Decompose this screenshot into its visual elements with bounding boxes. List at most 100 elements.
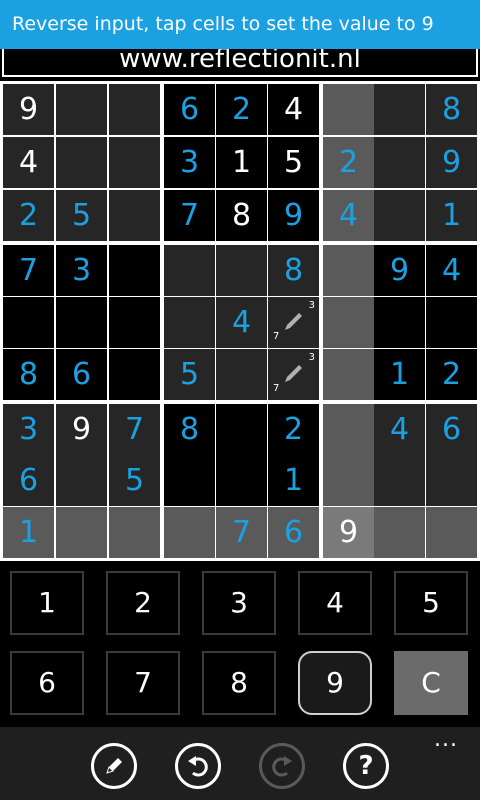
cell-r1-c3[interactable] [109,84,160,135]
cell-r9-c4[interactable] [164,507,215,558]
cell-r2-c6[interactable]: 5 [268,137,319,188]
cell-r9-c5[interactable]: 7 [216,507,267,558]
cell-r9-c7[interactable]: 9 [323,507,374,558]
help-button[interactable]: ? [343,743,389,789]
cell-r2-c7[interactable]: 2 [323,137,374,188]
cell-r8-c7[interactable] [323,455,374,506]
cell-r5-c8[interactable] [374,297,425,348]
cell-r8-c8[interactable] [374,455,425,506]
number-button-1[interactable]: 1 [10,571,84,635]
cell-r4-c4[interactable] [164,245,215,296]
cell-r5-c9[interactable] [426,297,477,348]
cell-r3-c9[interactable]: 1 [426,190,477,241]
cell-r9-c2[interactable] [56,507,107,558]
number-button-9[interactable]: 9 [298,651,372,715]
cell-value: 1 [441,198,462,233]
cell-value: 8 [231,198,252,233]
cell-r2-c1[interactable]: 4 [3,137,54,188]
cell-r7-c1[interactable]: 3 [3,404,54,455]
cell-r3-c6[interactable]: 9 [268,190,319,241]
cell-r7-c7[interactable] [323,404,374,455]
cell-r6-c3[interactable] [109,349,160,400]
number-button-3[interactable]: 3 [202,571,276,635]
cell-r6-c7[interactable] [323,349,374,400]
cell-r4-c1[interactable]: 7 [3,245,54,296]
clear-button[interactable]: C [394,651,468,715]
cell-r9-c1[interactable]: 1 [3,507,54,558]
cell-r2-c8[interactable] [374,137,425,188]
cell-r4-c9[interactable]: 4 [426,245,477,296]
cell-r6-c1[interactable]: 8 [3,349,54,400]
cell-r3-c4[interactable]: 7 [164,190,215,241]
cell-r7-c2[interactable]: 9 [56,404,107,455]
note-bottom: 7 [273,383,280,394]
cell-r1-c4[interactable]: 6 [164,84,215,135]
cell-r1-c9[interactable]: 8 [426,84,477,135]
cell-r1-c2[interactable] [56,84,107,135]
cell-r4-c5[interactable] [216,245,267,296]
cell-r4-c7[interactable] [323,245,374,296]
cell-r6-c2[interactable]: 6 [56,349,107,400]
cell-r1-c7[interactable] [323,84,374,135]
cell-r5-c3[interactable] [109,297,160,348]
cell-r4-c2[interactable]: 3 [56,245,107,296]
cell-r5-c2[interactable] [56,297,107,348]
cell-r2-c3[interactable] [109,137,160,188]
cell-r4-c8[interactable]: 9 [374,245,425,296]
undo-button[interactable] [175,743,221,789]
cell-r1-c6[interactable]: 4 [268,84,319,135]
cell-r1-c1[interactable]: 9 [3,84,54,135]
cell-r8-c6[interactable]: 1 [268,455,319,506]
cell-r5-c7[interactable] [323,297,374,348]
redo-button[interactable] [259,743,305,789]
cell-r3-c1[interactable]: 2 [3,190,54,241]
cell-r8-c5[interactable] [216,455,267,506]
number-button-4[interactable]: 4 [298,571,372,635]
number-button-6[interactable]: 6 [10,651,84,715]
cell-r6-c6[interactable]: 37 [268,349,319,400]
cell-r2-c4[interactable]: 3 [164,137,215,188]
cell-r4-c6[interactable]: 8 [268,245,319,296]
cell-r7-c9[interactable]: 6 [426,404,477,455]
number-button-7[interactable]: 7 [106,651,180,715]
cell-r2-c9[interactable]: 9 [426,137,477,188]
cell-r5-c5[interactable]: 4 [216,297,267,348]
cell-r8-c3[interactable]: 5 [109,455,160,506]
cell-r3-c7[interactable]: 4 [323,190,374,241]
number-button-2[interactable]: 2 [106,571,180,635]
edit-button[interactable] [91,743,137,789]
cell-r9-c9[interactable] [426,507,477,558]
pencil-mark-icon [285,313,302,330]
cell-r3-c3[interactable] [109,190,160,241]
cell-r8-c9[interactable] [426,455,477,506]
cell-r3-c5[interactable]: 8 [216,190,267,241]
cell-r3-c2[interactable]: 5 [56,190,107,241]
number-button-5[interactable]: 5 [394,571,468,635]
cell-r9-c3[interactable] [109,507,160,558]
cell-r3-c8[interactable] [374,190,425,241]
cell-r9-c8[interactable] [374,507,425,558]
cell-r1-c8[interactable] [374,84,425,135]
cell-r5-c4[interactable] [164,297,215,348]
number-button-8[interactable]: 8 [202,651,276,715]
cell-r7-c5[interactable] [216,404,267,455]
cell-r7-c6[interactable]: 2 [268,404,319,455]
cell-r7-c4[interactable]: 8 [164,404,215,455]
cell-r5-c1[interactable] [3,297,54,348]
cell-r7-c8[interactable]: 4 [374,404,425,455]
cell-r7-c3[interactable]: 7 [109,404,160,455]
cell-r6-c4[interactable]: 5 [164,349,215,400]
cell-r8-c4[interactable] [164,455,215,506]
cell-r6-c9[interactable]: 2 [426,349,477,400]
cell-r2-c2[interactable] [56,137,107,188]
cell-r8-c2[interactable] [56,455,107,506]
cell-r8-c1[interactable]: 6 [3,455,54,506]
cell-r6-c5[interactable] [216,349,267,400]
cell-r9-c6[interactable]: 6 [268,507,319,558]
cell-r4-c3[interactable] [109,245,160,296]
cell-r6-c8[interactable]: 1 [374,349,425,400]
cell-r5-c6[interactable]: 37 [268,297,319,348]
cell-r2-c5[interactable]: 1 [216,137,267,188]
cell-r1-c5[interactable]: 2 [216,84,267,135]
more-menu-button[interactable]: ... [434,729,458,751]
